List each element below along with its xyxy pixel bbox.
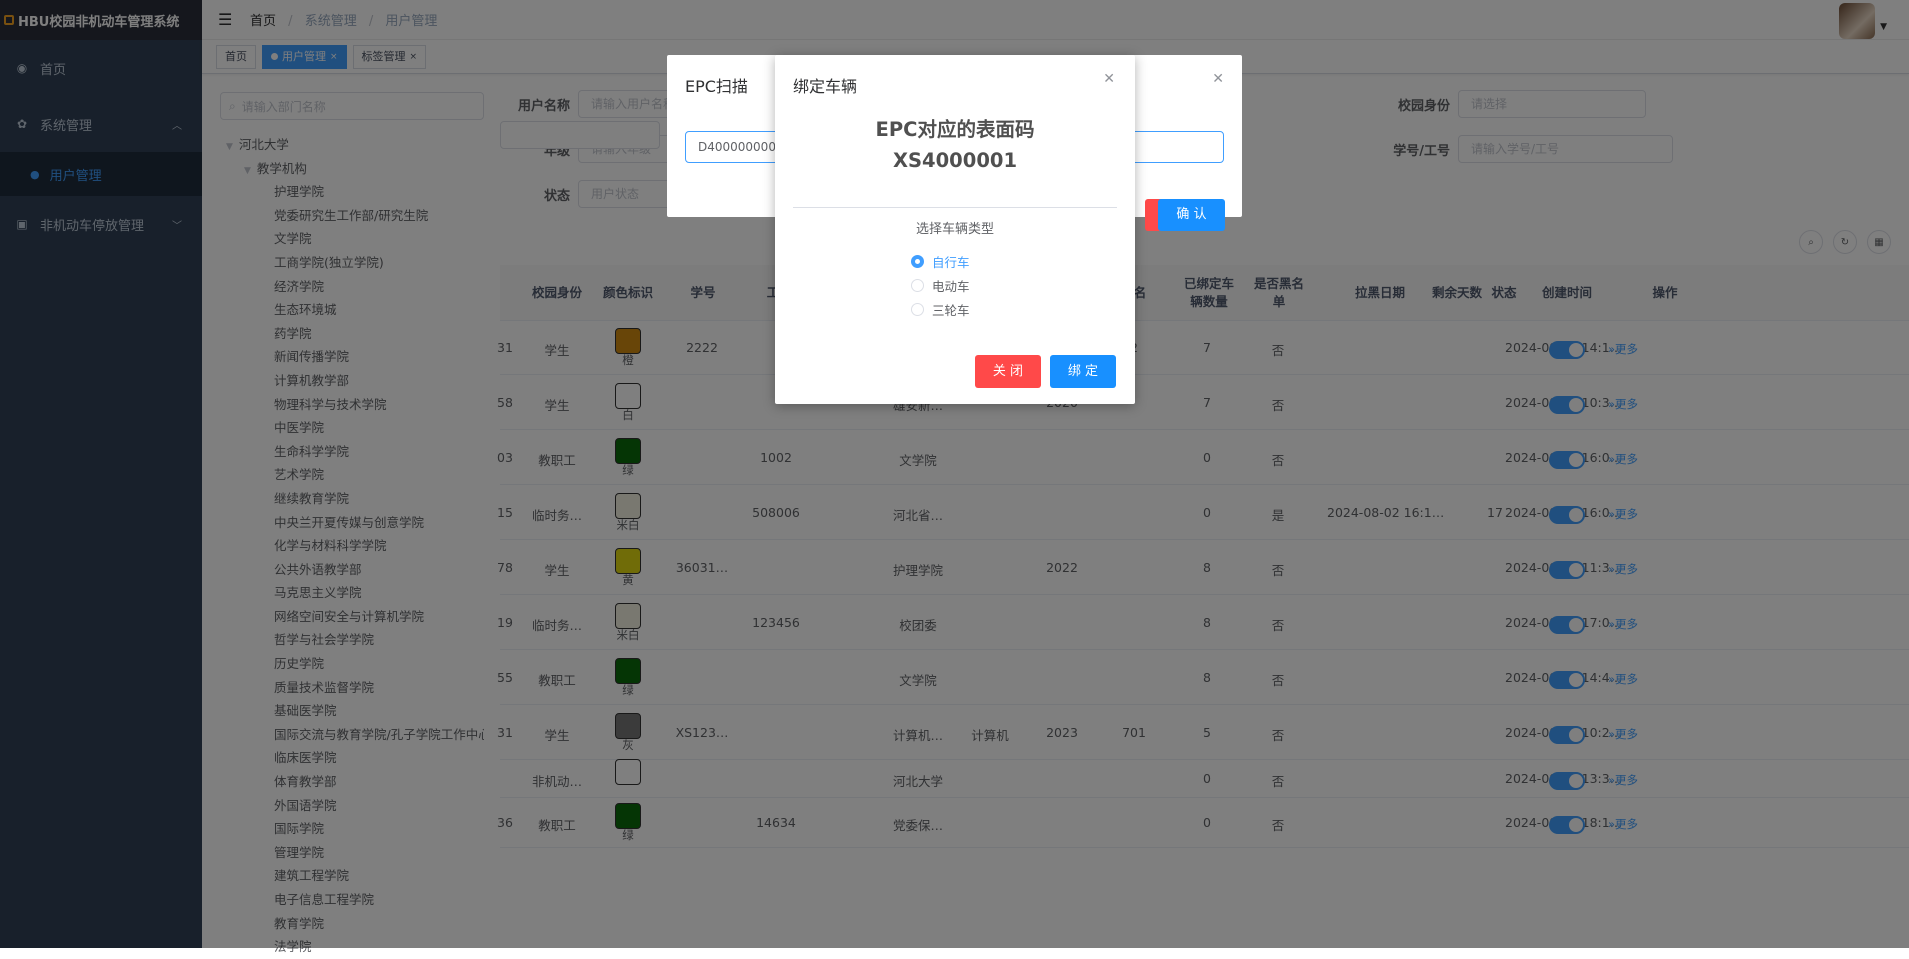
radio-unchecked-icon: [911, 303, 924, 316]
epc-confirm-button[interactable]: 确 认: [1158, 199, 1225, 231]
epc-dialog-title: EPC扫描: [685, 77, 748, 96]
bind-vehicle-modal: 绑定车辆 ✕ EPC对应的表面码 XS4000001 选择车辆类型 自行车 电动…: [775, 55, 1135, 404]
radio-label: 自行车: [932, 255, 970, 270]
close-icon[interactable]: ✕: [1212, 71, 1224, 87]
surface-code: XS4000001: [892, 149, 1018, 172]
close-icon[interactable]: ✕: [1103, 71, 1115, 87]
radio-bicycle[interactable]: 自行车: [911, 252, 970, 271]
radio-label: 三轮车: [932, 303, 970, 318]
close-button[interactable]: 关 闭: [975, 355, 1041, 388]
radio-tricycle[interactable]: 三轮车: [911, 300, 970, 319]
radio-label: 电动车: [932, 279, 970, 294]
radio-ebike[interactable]: 电动车: [911, 276, 970, 295]
vehicle-type-label: 选择车辆类型: [915, 222, 994, 237]
modal-title: 绑定车辆: [793, 77, 858, 96]
divider: [793, 207, 1117, 208]
modal-heading: EPC对应的表面码 XS4000001: [775, 114, 1135, 176]
radio-checked-icon: [911, 255, 924, 268]
bind-button[interactable]: 绑 定: [1050, 355, 1116, 388]
radio-unchecked-icon: [911, 279, 924, 292]
epc-heading: EPC对应的表面码: [875, 118, 1035, 141]
